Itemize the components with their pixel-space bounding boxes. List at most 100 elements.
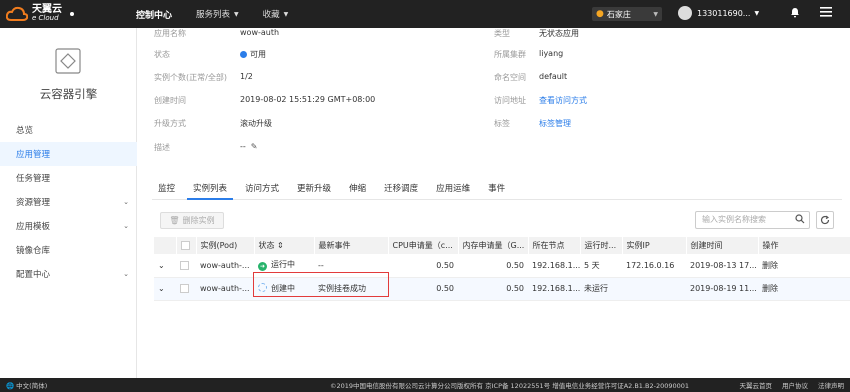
footer-link-user-agreement[interactable]: 用户协议 (782, 380, 808, 390)
pod-ip: 172.16.0.16 (622, 254, 686, 278)
sidebar-item-config-center[interactable]: 配置中心 ⌄ (0, 262, 137, 286)
tab-update-upgrade[interactable]: 更新升级 (291, 180, 337, 200)
header-memory: 内存申请量（G... (458, 237, 529, 254)
tab-migration-scheduling[interactable]: 迁移调度 (378, 180, 424, 200)
footer: 🌐 中文(简体) ©2019中国电信股份有限公司云计算分公司版权所有 京ICP备… (0, 378, 850, 392)
delete-instance-button[interactable]: 🗑 删除实例 (160, 212, 224, 229)
main-content: 应用名称 wow-auth 状态 可用 实例个数(正常/全部) 1/2 创建时间… (138, 28, 850, 378)
select-all-checkbox[interactable] (180, 241, 190, 250)
namespace-value: default (539, 72, 568, 81)
location-pin-icon: ● (596, 9, 604, 19)
language-selector[interactable]: 🌐 中文(简体) (6, 380, 47, 390)
user-menu[interactable]: 133011690... ▼ (678, 6, 759, 20)
sidebar-item-task-management[interactable]: 任务管理 (0, 166, 137, 190)
footer-link-home[interactable]: 天翼云首页 (740, 380, 773, 390)
header-actions: 操作 (758, 237, 850, 254)
brand-name-en: e Cloud (32, 14, 59, 22)
tab-scaling[interactable]: 伸缩 (343, 180, 372, 200)
cube-icon (55, 48, 81, 74)
pod-name: wow-auth-... (196, 277, 254, 301)
bell-icon[interactable] (790, 7, 800, 21)
table-header: 实例(Pod) 状态 ⇕ 最新事件 CPU申请量（c... 内存申请量（G...… (154, 237, 850, 254)
search-icon[interactable] (795, 214, 805, 224)
chevron-down-icon: ▼ (234, 10, 239, 18)
tab-instance-list[interactable]: 实例列表 (187, 180, 234, 200)
sidebar-item-app-templates[interactable]: 应用模板 ⌄ (0, 214, 137, 238)
header-expand (154, 237, 177, 254)
region-selector[interactable]: ● 石家庄 ▼ (592, 7, 662, 21)
pod-node-link[interactable]: 192.168.1... (528, 254, 580, 278)
pod-runtime: 未运行 (580, 277, 622, 301)
copyright-text: ©2019中国电信股份有限公司云计算分公司版权所有 京ICP备 12022551… (330, 382, 690, 390)
brand-name: 天翼云 (32, 4, 62, 15)
refresh-icon (820, 215, 830, 225)
hamburger-menu-icon[interactable] (820, 6, 832, 20)
chevron-down-icon: ▼ (754, 9, 760, 17)
trash-icon: 🗑 (169, 216, 180, 225)
tab-access-methods[interactable]: 访问方式 (239, 180, 285, 200)
header-checkbox[interactable] (176, 237, 197, 254)
info-access: 访问地址 (494, 96, 526, 105)
search-input[interactable]: 输入实例名称搜索 (695, 211, 810, 229)
info-instances: 实例个数(正常/全部) (154, 73, 227, 82)
header-status[interactable]: 状态 ⇕ (254, 237, 315, 254)
sidebar-item-resource-management[interactable]: 资源管理 ⌄ (0, 190, 137, 214)
pod-cpu: 0.50 (388, 254, 458, 278)
tab-bar: 监控 实例列表 访问方式 更新升级 伸缩 迁移调度 应用运维 事件 (152, 180, 842, 200)
top-nav: 控制中心 服务列表 ▼ 收藏 ▼ (118, 0, 300, 28)
pod-ip (622, 277, 686, 301)
pod-node-link[interactable]: 192.168.1... (528, 277, 580, 301)
info-upgrade: 升级方式 (154, 119, 186, 128)
row-checkbox[interactable] (180, 284, 189, 293)
info-namespace: 命名空间 (494, 73, 526, 82)
delete-link[interactable]: 删除 (758, 277, 850, 301)
footer-link-legal[interactable]: 法律声明 (818, 380, 844, 390)
sidebar-item-app-management[interactable]: 应用管理 (0, 142, 137, 166)
header-pod: 实例(Pod) (196, 237, 255, 254)
view-access-link[interactable]: 查看访问方式 (539, 96, 587, 105)
info-created: 创建时间 (154, 96, 186, 105)
nav-control-center[interactable]: 控制中心 (118, 0, 184, 28)
pod-created: 2019-08-19 11... (686, 277, 758, 301)
expand-chevron-icon[interactable]: ⌄ (154, 277, 176, 301)
brand-logo[interactable]: 天翼云 e Cloud (6, 4, 118, 22)
row-checkbox[interactable] (180, 260, 189, 270)
sidebar-item-image-registry[interactable]: 镜像仓库 (0, 238, 137, 262)
header-event: 最新事件 (314, 237, 389, 254)
nav-service-list[interactable]: 服务列表 ▼ (184, 0, 251, 28)
avatar (678, 6, 692, 20)
chevron-down-icon: ⌄ (123, 270, 129, 278)
type-value: 无状态应用 (539, 29, 579, 38)
highlight-box (253, 272, 389, 297)
info-description: 描述 (154, 143, 170, 152)
running-icon: ➜ (258, 262, 267, 272)
search-placeholder: 输入实例名称搜索 (702, 215, 766, 224)
status-value: 可用 (250, 50, 266, 59)
chevron-down-icon: ▼ (653, 10, 658, 18)
expand-chevron-icon[interactable]: ⌄ (154, 254, 176, 278)
tab-monitoring[interactable]: 监控 (152, 180, 181, 200)
tag-management-link[interactable]: 标签管理 (539, 119, 571, 128)
refresh-button[interactable] (816, 211, 834, 229)
region-label: 石家庄 (606, 9, 631, 19)
instances-value: 1/2 (240, 72, 253, 81)
description-value: -- (240, 142, 246, 151)
delete-link[interactable]: 删除 (758, 254, 850, 278)
sidebar-item-overview[interactable]: 总览 (0, 118, 137, 142)
separator-dot (70, 12, 74, 16)
tab-app-ops[interactable]: 应用运维 (430, 180, 476, 200)
pod-memory: 0.50 (458, 277, 528, 301)
pod-created: 2019-08-13 17... (686, 254, 758, 278)
edit-pencil-icon[interactable]: ✎ (251, 142, 258, 151)
user-name: 133011690... (697, 8, 751, 18)
tab-events[interactable]: 事件 (482, 180, 511, 200)
pod-memory: 0.50 (458, 254, 528, 278)
info-type: 类型 (494, 29, 510, 38)
pod-runtime: 5 天 (580, 254, 622, 278)
upgrade-value: 滚动升级 (240, 119, 272, 128)
service-title: 云容器引擎 (39, 87, 98, 101)
cluster-value: liyang (539, 49, 564, 58)
header-created: 创建时间 (686, 237, 759, 254)
chevron-down-icon: ⌄ (123, 198, 129, 206)
nav-favorites[interactable]: 收藏 ▼ (251, 0, 301, 28)
